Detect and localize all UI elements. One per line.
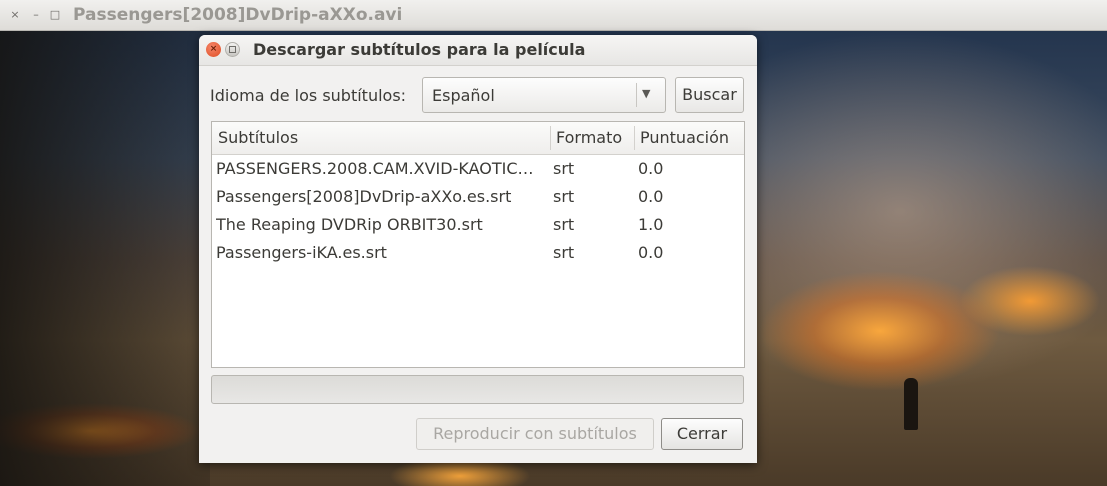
chevron-down-icon[interactable]: ▼ — [642, 87, 650, 100]
subtitle-name: Passengers[2008]DvDrip-aXXo.es.srt — [216, 187, 512, 206]
player-title: Passengers[2008]DvDrip-aXXo.avi — [73, 5, 403, 25]
subtitle-score: 0.0 — [638, 243, 664, 262]
subtitle-format: srt — [553, 243, 575, 262]
subtitle-score: 0.0 — [638, 187, 664, 206]
minimize-icon[interactable]: – — [29, 8, 43, 22]
close-button[interactable]: Cerrar — [661, 418, 743, 450]
column-header-score[interactable]: Puntuación — [634, 122, 744, 154]
table-row[interactable]: Passengers-iKA.es.srt srt 0.0 — [212, 239, 744, 267]
video-figure — [904, 378, 918, 430]
subtitle-format: srt — [553, 215, 575, 234]
subtitle-format: srt — [553, 159, 575, 178]
close-icon[interactable]: × — [8, 8, 22, 22]
download-subtitles-dialog: × Descargar subtítulos para la película … — [199, 35, 757, 463]
subtitle-name: PASSENGERS.2008.CAM.XVID-KAOTIC… — [216, 159, 534, 178]
download-progress-bar — [211, 375, 744, 404]
language-select[interactable]: Español ▼ — [422, 77, 666, 113]
subtitle-name: Passengers-iKA.es.srt — [216, 243, 387, 262]
combo-divider — [636, 83, 637, 107]
video-shadow — [0, 31, 210, 486]
close-icon[interactable]: × — [206, 42, 221, 57]
language-label: Idioma de los subtítulos: — [210, 86, 407, 105]
subtitle-score: 1.0 — [638, 215, 664, 234]
table-row[interactable]: PASSENGERS.2008.CAM.XVID-KAOTIC… srt 0.0 — [212, 155, 744, 183]
column-header-subtitles[interactable]: Subtítulos — [212, 122, 550, 154]
dialog-title: Descargar subtítulos para la película — [253, 40, 586, 59]
search-button[interactable]: Buscar — [675, 77, 744, 113]
column-header-format[interactable]: Formato — [550, 122, 634, 154]
maximize-icon[interactable]: □ — [48, 8, 62, 22]
player-titlebar[interactable]: × – □ Passengers[2008]DvDrip-aXXo.avi — [0, 0, 1107, 31]
dialog-titlebar[interactable]: × Descargar subtítulos para la película — [199, 35, 757, 66]
table-header: Subtítulos Formato Puntuación — [212, 122, 744, 155]
play-with-subtitles-button[interactable]: Reproducir con subtítulos — [416, 418, 654, 450]
subtitle-name: The Reaping DVDRip ORBIT30.srt — [216, 215, 483, 234]
subtitle-score: 0.0 — [638, 159, 664, 178]
subtitle-format: srt — [553, 187, 575, 206]
maximize-icon[interactable] — [225, 42, 240, 57]
subtitles-table[interactable]: Subtítulos Formato Puntuación PASSENGERS… — [211, 121, 745, 368]
table-row[interactable]: The Reaping DVDRip ORBIT30.srt srt 1.0 — [212, 211, 744, 239]
language-selected-value: Español — [432, 86, 495, 105]
table-row[interactable]: Passengers[2008]DvDrip-aXXo.es.srt srt 0… — [212, 183, 744, 211]
